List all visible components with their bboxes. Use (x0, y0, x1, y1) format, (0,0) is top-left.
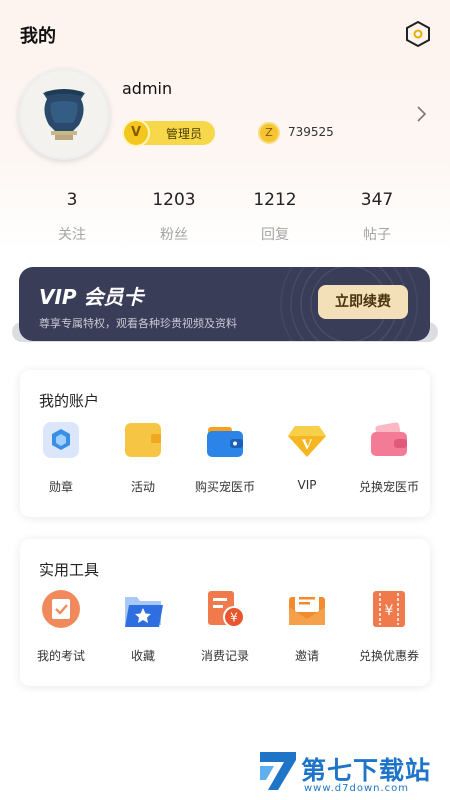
purse-icon (207, 427, 243, 457)
watermark-logo-icon (260, 752, 296, 790)
vase-image (21, 71, 107, 157)
stat-value: 1212 (253, 190, 297, 210)
stat-posts[interactable]: 347 帖子 (337, 190, 417, 244)
item-label: 购买宠医币 (194, 480, 255, 494)
stat-following[interactable]: 3 关注 (32, 190, 112, 244)
coupon-icon: ¥ (373, 591, 405, 627)
item-label: 活动 (130, 480, 155, 494)
stat-label: 回复 (261, 227, 289, 243)
watermark-name: 第七下载站 (301, 756, 432, 785)
tool-item-exam[interactable]: 我的考试 (20, 589, 102, 664)
renew-button[interactable]: 立即续费 (318, 285, 408, 319)
svg-text:¥: ¥ (230, 611, 238, 625)
account-item-buy-coins[interactable]: 购买宠医币 (184, 420, 266, 495)
page-title: 我的 (20, 26, 56, 47)
vip-card-title: VIP 会员卡 (39, 285, 144, 309)
exchange-coin-icon (371, 422, 407, 456)
stat-value: 1203 (152, 190, 196, 210)
settings-icon[interactable] (404, 20, 432, 48)
svg-text:V: V (302, 437, 313, 453)
favorite-folder-icon (125, 597, 163, 627)
watermark-url: www.d7down.com (304, 783, 410, 794)
section-title: 实用工具 (39, 561, 100, 579)
item-label: 兑换宠医币 (358, 480, 419, 494)
account-item-medal[interactable]: 勋章 (20, 420, 102, 495)
tool-item-coupon[interactable]: ¥ 兑换优惠券 (348, 589, 430, 664)
item-label: VIP (297, 478, 317, 492)
tool-item-invite[interactable]: 邀请 (266, 589, 348, 664)
item-label: 消费记录 (200, 649, 249, 663)
invite-envelope-icon (289, 592, 325, 625)
stat-label: 关注 (58, 227, 86, 243)
role-label: 管理员 (166, 127, 203, 141)
vip-card[interactable]: VIP 会员卡 尊享专属特权，观看各种珍贵视频及资料 立即续费 (19, 267, 430, 341)
consumption-record-icon: ¥ (208, 591, 245, 628)
item-label: 勋章 (48, 480, 73, 494)
tools-card: 实用工具 我的考试 收藏 ¥ 消费记录 邀请 ¥ 兑换优惠券 (20, 539, 430, 686)
item-label: 收藏 (130, 649, 155, 663)
points-coin-icon: Z (258, 122, 280, 144)
svg-text:¥: ¥ (385, 603, 394, 619)
points-value: 739525 (288, 125, 334, 139)
account-item-exchange-coins[interactable]: 兑换宠医币 (348, 420, 430, 495)
vip-card-subtitle: 尊享专属特权，观看各种珍贵视频及资料 (39, 317, 237, 330)
role-badge: V 管理员 (122, 119, 215, 147)
tool-item-favorites[interactable]: 收藏 (102, 589, 184, 664)
tool-item-consumption[interactable]: ¥ 消费记录 (184, 589, 266, 664)
stat-value: 3 (66, 190, 78, 210)
exam-icon (42, 590, 80, 628)
section-title: 我的账户 (39, 392, 100, 410)
account-item-vip[interactable]: V VIP (266, 420, 348, 492)
stat-label: 粉丝 (160, 227, 188, 243)
item-label: 邀请 (294, 649, 319, 663)
my-account-card: 我的账户 勋章 活动 购买宠医币 V VIP 兑换宠医币 (20, 370, 430, 517)
wallet-icon (125, 423, 161, 457)
item-label: 我的考试 (36, 649, 85, 663)
stat-value: 347 (360, 190, 394, 210)
diamond-icon: V (288, 426, 326, 457)
item-label: 兑换优惠券 (358, 649, 419, 663)
stat-followers[interactable]: 1203 粉丝 (134, 190, 214, 244)
avatar[interactable] (18, 68, 110, 160)
username: admin (122, 79, 173, 98)
medal-icon (43, 422, 79, 458)
vip-level-icon: V (122, 119, 150, 147)
chevron-right-icon[interactable] (414, 104, 430, 124)
account-item-activity[interactable]: 活动 (102, 420, 184, 495)
stat-replies[interactable]: 1212 回复 (235, 190, 315, 244)
stat-label: 帖子 (363, 227, 391, 243)
